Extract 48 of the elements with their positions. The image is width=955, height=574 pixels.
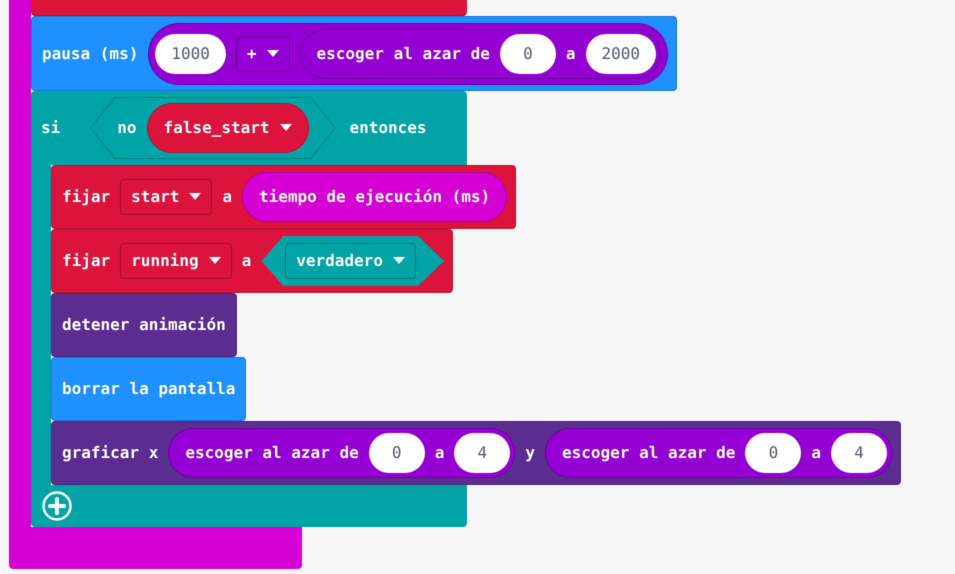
block-label: pausa (ms) — [42, 42, 138, 64]
number-field[interactable]: 0 — [500, 34, 556, 74]
caret-icon — [208, 257, 221, 265]
caret-icon — [189, 193, 202, 201]
number-field[interactable]: 2000 — [586, 34, 656, 74]
block-label: si — [41, 117, 60, 139]
addition-block[interactable]: 1000 + escoger al azar de 0 a 2000 — [148, 22, 668, 84]
number-field[interactable]: 4 — [454, 433, 510, 473]
set-variable-block[interactable]: fijar start a tiempo de ejecución (ms) — [51, 165, 516, 229]
number-field[interactable]: 0 — [745, 433, 802, 473]
if-block[interactable]: si no false_start entonces — [31, 91, 467, 165]
variable-dropdown[interactable]: start — [120, 179, 212, 215]
block-label: graficar x — [62, 442, 158, 464]
block-label: y — [525, 442, 535, 464]
block-label: fijar — [62, 250, 110, 272]
statement-block[interactable]: borrar la pantalla — [51, 357, 246, 421]
number-field[interactable]: 1000 — [155, 34, 226, 74]
random-block[interactable]: escoger al azar de 0 a 2000 — [300, 28, 662, 78]
block-label: escoger al azar de — [562, 442, 736, 464]
block-label: a — [811, 442, 822, 464]
variable-dropdown[interactable]: running — [120, 243, 232, 279]
block-label: escoger al azar de — [316, 42, 490, 64]
caret-icon — [266, 50, 278, 58]
block-label: escoger al azar de — [185, 442, 359, 464]
block-label: no — [117, 117, 137, 139]
block-label: a — [222, 186, 232, 208]
random-block[interactable]: escoger al azar de 0 a 4 — [168, 428, 516, 478]
statement-block[interactable]: detener animación — [51, 293, 237, 357]
block-label: borrar la pantalla — [62, 378, 236, 400]
block-label: a — [434, 442, 444, 464]
plot-block[interactable]: graficar x escoger al azar de 0 a 4 y escoger al azar de 0 a 4 — [51, 421, 902, 485]
random-block[interactable]: escoger al azar de 0 a 4 — [545, 428, 892, 478]
block-label: fijar — [62, 186, 110, 208]
block-label: a — [242, 250, 252, 272]
set-variable-block[interactable]: fijar running a verdadero — [51, 229, 453, 293]
add-icon[interactable] — [42, 491, 72, 521]
not-block[interactable]: no false_start — [90, 97, 336, 159]
variable-reporter[interactable]: false_start — [146, 103, 308, 153]
runtime-block[interactable]: tiempo de ejecución (ms) — [242, 172, 508, 222]
caret-icon — [392, 257, 405, 265]
operator-dropdown[interactable]: + — [236, 36, 290, 72]
block-label: entonces — [350, 117, 427, 139]
number-field[interactable]: 4 — [831, 433, 888, 473]
block-label: detener animación — [62, 314, 226, 336]
pause-block[interactable]: pausa (ms) 1000 + escoger al azar de 0 a 2000 — [31, 16, 678, 91]
number-field[interactable]: 0 — [368, 433, 425, 473]
block-label: a — [566, 42, 576, 64]
caret-icon — [280, 124, 292, 132]
